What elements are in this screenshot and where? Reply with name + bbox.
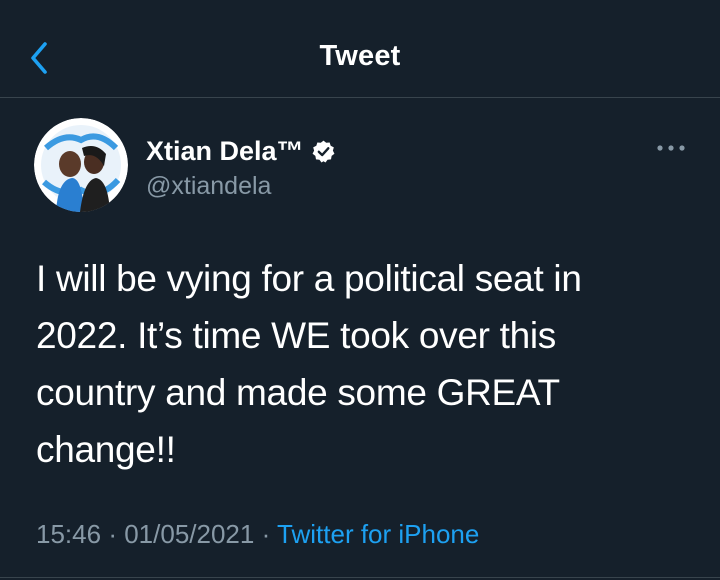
- more-options-button[interactable]: [654, 138, 688, 158]
- page-title: Tweet: [319, 40, 401, 72]
- meta-separator: ·: [261, 519, 271, 549]
- author-handle[interactable]: @xtiandela: [146, 172, 271, 201]
- author-name-row[interactable]: Xtian Dela™: [146, 134, 336, 168]
- divider: [0, 577, 720, 578]
- avatar[interactable]: [34, 118, 128, 212]
- author-display-name: Xtian Dela™: [146, 135, 304, 166]
- tweet-metadata: 15:46 · 01/05/2021 · Twitter for iPhone: [36, 519, 479, 550]
- more-horizontal-icon: [657, 145, 685, 151]
- tweet-source-link[interactable]: Twitter for iPhone: [277, 519, 479, 549]
- top-bar: Tweet: [0, 0, 720, 98]
- tweet-time: 15:46: [36, 519, 102, 549]
- avatar-image: [34, 118, 128, 212]
- tweet-date: 01/05/2021: [124, 519, 255, 549]
- verified-badge-icon: [312, 140, 334, 163]
- tweet-author: Xtian Dela™ @xtiandela: [34, 118, 685, 218]
- meta-separator: ·: [108, 519, 117, 549]
- tweet-text: I will be vying for a political seat in …: [36, 258, 582, 470]
